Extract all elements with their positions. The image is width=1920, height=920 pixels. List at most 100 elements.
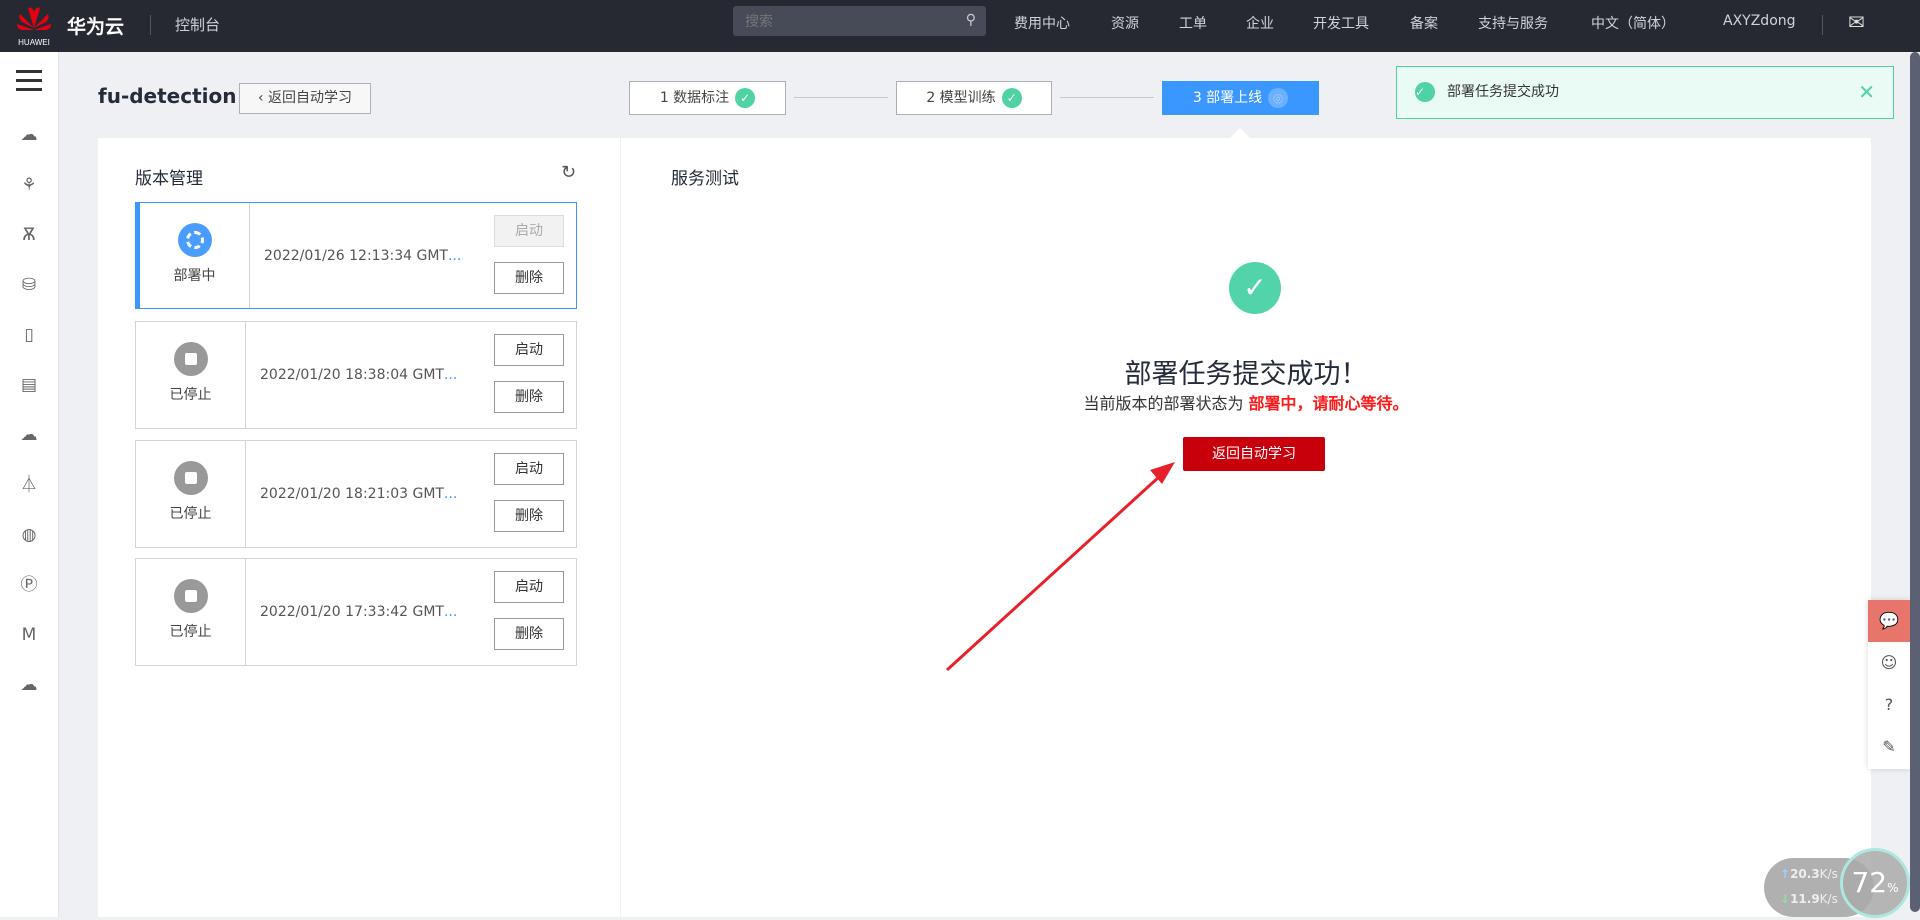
delete-button[interactable]: 删除 [494,381,564,413]
brand-name[interactable]: 华为云 [67,12,124,39]
usage-gauge[interactable]: 72% [1840,848,1910,918]
feedback-icon[interactable]: ☺ [1868,642,1910,684]
start-button[interactable]: 启动 [494,571,564,603]
delete-button[interactable]: 删除 [494,500,564,532]
nav-enterprise[interactable]: 企业 [1246,13,1274,33]
help-icon[interactable]: ? [1868,684,1910,726]
huawei-logo[interactable]: HUAWEI [14,4,54,48]
nav-tickets[interactable]: 工单 [1179,13,1207,33]
step-connector [1060,97,1154,98]
device-icon[interactable]: ▯ [17,323,41,347]
deploying-icon [177,223,212,257]
download-arrow-icon: ↓ [1780,892,1791,906]
upload-arrow-icon: ↑ [1780,867,1791,881]
menu-icon[interactable] [16,70,42,97]
back-button[interactable]: ‹ 返回自动学习 [239,83,371,114]
stop-icon [173,579,208,613]
divider [150,15,151,35]
download-speed: 11.9 [1790,892,1820,906]
status-label: 已停止 [169,506,212,522]
step-label: 1 数据标注 [659,90,730,106]
speed-unit: K/s [1819,892,1838,906]
version-panel: 版本管理 ↻ 部署中 2022/01/26 12:13:34 GMT... 启动… [98,138,620,917]
return-auto-learning-button[interactable]: 返回自动学习 [1183,437,1325,471]
status-prefix: 当前版本的部署状态为 [1083,394,1249,413]
panel-title: 版本管理 [135,169,203,189]
speed-unit: K/s [1819,867,1838,881]
nav-filing[interactable]: 备案 [1410,13,1438,33]
status-label: 部署中 [173,268,216,284]
version-time: 2022/01/20 18:21:03 GMT [260,486,444,502]
search-input[interactable] [733,6,943,36]
toast-message: 部署任务提交成功 [1447,84,1559,100]
mail-icon[interactable]: ✉ [1848,10,1865,34]
service-panel: 服务测试 ✓ 部署任务提交成功！ 当前版本的部署状态为 部署中，请耐心等待。 返… [621,138,1871,917]
document-icon[interactable]: ▤ [17,373,41,397]
top-header: HUAWEI 华为云 控制台 ⚲ 费用中心 资源 工单 企业 开发工具 备案 支… [0,0,1920,52]
success-heading: 部署任务提交成功！ [1124,359,1368,390]
start-button[interactable]: 启动 [494,334,564,366]
version-card[interactable]: 已停止 2022/01/20 18:21:03 GMT... 启动 删除 [135,440,577,548]
floating-toolbar: 💬 ☺ ? ✎ [1868,600,1910,769]
ip-icon[interactable]: Ⓟ [17,573,41,597]
version-card[interactable]: 部署中 2022/01/26 12:13:34 GMT... 启动 删除 [135,202,577,309]
delete-button[interactable]: 删除 [494,262,564,294]
tower-icon[interactable]: ⏃ [17,473,41,497]
stop-icon [173,342,208,376]
search-box[interactable]: ⚲ [733,6,986,36]
check-icon: ✓ [1001,88,1022,108]
sidebar: ☁ ⚘ Ѫ ⛁ ▯ ▤ ☁ ⏃ ◍ Ⓟ M ☁ [0,52,59,917]
refresh-icon[interactable]: ↻ [561,162,576,183]
cluster-icon[interactable]: ⚘ [17,173,41,197]
search-icon[interactable]: ⚲ [966,12,976,28]
scrollbar[interactable] [1910,52,1920,912]
nav-resources[interactable]: 资源 [1111,13,1139,33]
step-connector [794,97,888,98]
page-title: fu-detection [98,84,237,108]
survey-icon[interactable]: ✎ [1868,726,1910,768]
console-link[interactable]: 控制台 [175,14,220,35]
divider [1822,15,1823,35]
chat-icon[interactable]: 💬 [1868,600,1910,642]
cloud-icon[interactable]: ☁ [17,423,41,447]
status-message: 当前版本的部署状态为 部署中，请耐心等待。 [621,390,1871,414]
percent-sign: % [1887,881,1899,895]
version-card[interactable]: 已停止 2022/01/20 18:38:04 GMT... 启动 删除 [135,321,577,429]
delete-button[interactable]: 删除 [494,618,564,650]
start-button[interactable]: 启动 [494,215,564,247]
step-model-training[interactable]: 2 模型训练 ✓ [896,81,1052,115]
back-label: 返回自动学习 [268,90,353,106]
nav-support[interactable]: 支持与服务 [1478,13,1548,33]
nav-user[interactable]: AXYZdong [1723,13,1796,29]
stop-icon [173,461,208,495]
globe-icon[interactable]: ◍ [17,523,41,547]
step-data-labeling[interactable]: 1 数据标注 ✓ [629,81,786,115]
cloud-server-icon[interactable]: ☁ [17,123,41,147]
status-highlight: 部署中，请耐心等待。 [1248,394,1409,413]
status-label: 已停止 [169,387,212,403]
nav-language[interactable]: 中文（简体） [1591,13,1675,33]
version-time: 2022/01/26 12:13:34 GMT [264,247,448,264]
chevron-left-icon: ‹ [257,90,269,106]
start-button[interactable]: 启动 [494,453,564,485]
nav-dev-tools[interactable]: 开发工具 [1313,13,1369,33]
deploy-icon: ◎ [1268,88,1289,108]
panel-title: 服务测试 [671,169,739,189]
storage-icon[interactable]: ⛁ [17,273,41,297]
step-deploy[interactable]: 3 部署上线 ◎ [1162,81,1319,115]
nav-billing[interactable]: 费用中心 [1014,13,1070,33]
modelarts-icon[interactable]: Ѫ [17,223,41,247]
model-icon[interactable]: M [17,623,41,647]
cloud-upload-icon[interactable]: ☁ [17,673,41,697]
status-label: 已停止 [169,624,212,640]
step-label: 2 模型训练 [926,90,996,106]
close-icon[interactable]: ✕ [1858,67,1875,118]
usage-percent: 72 [1851,866,1888,899]
version-time: 2022/01/20 18:38:04 GMT [260,367,444,383]
upload-speed: 20.3 [1790,867,1820,881]
step-label: 3 部署上线 [1192,90,1263,106]
check-icon: ✓ [735,88,756,108]
svg-text:HUAWEI: HUAWEI [18,38,50,47]
step-pointer [1230,128,1250,138]
version-card[interactable]: 已停止 2022/01/20 17:33:42 GMT... 启动 删除 [135,558,577,666]
